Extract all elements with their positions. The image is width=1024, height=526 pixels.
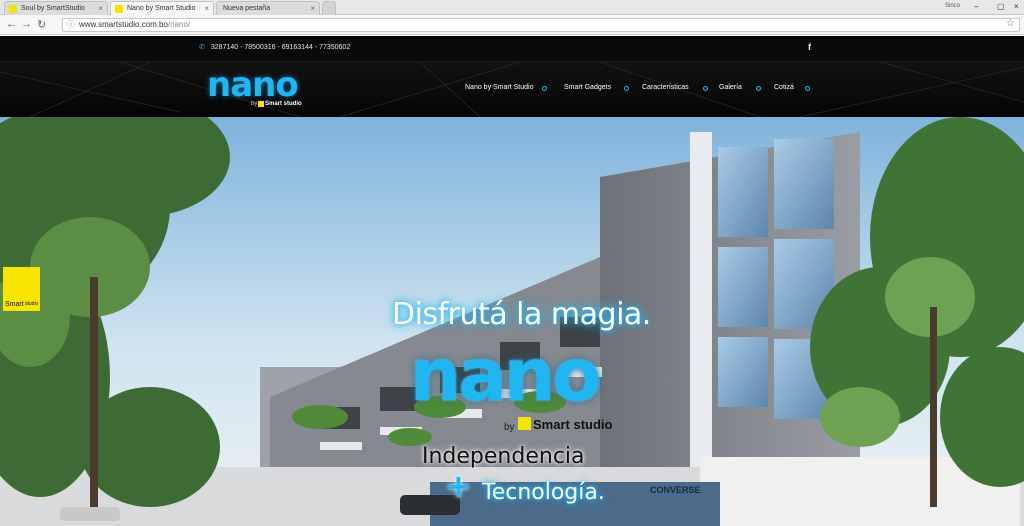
logo-by: by (251, 101, 258, 107)
store-sign: CONVERSE (650, 485, 701, 495)
nano-logo[interactable]: nano by Smart studio (207, 65, 307, 111)
maximize-icon[interactable]: ▢ (997, 2, 1005, 11)
close-icon[interactable]: × (98, 2, 103, 15)
nav-item-cotiza[interactable]: Cotizá (774, 84, 794, 91)
close-window-icon[interactable]: × (1014, 2, 1019, 11)
window-user: Sinco (944, 3, 960, 9)
phone-text: 3287140 - 78500316 - 69163144 - 77350602 (210, 44, 351, 51)
nav-item-nano[interactable]: Nano by Smart Studio (465, 84, 533, 91)
favicon-icon (9, 5, 17, 13)
close-icon[interactable]: × (310, 2, 315, 15)
url-path: /nano/ (167, 20, 191, 29)
hero-tagline: Disfrutá la magia. (392, 297, 651, 332)
minimize-icon[interactable]: – (974, 2, 978, 11)
plus-icon: + (445, 467, 472, 505)
hero-banner: CONVERSE Smart studio Disfrutá la magia.… (0, 117, 1024, 526)
browser-tab-bar: Soul by SmartStudio × Nano by Smart Stud… (0, 0, 1024, 15)
phone-icon: ✆ (199, 44, 205, 51)
badge-text: Smart (5, 301, 24, 308)
nav-item-caracteristicas[interactable]: Características (642, 84, 689, 91)
forward-icon[interactable]: → (21, 18, 32, 30)
facebook-icon[interactable]: f (808, 42, 811, 52)
bookmark-star-icon[interactable]: ☆ (1006, 18, 1015, 30)
reload-icon[interactable]: ↻ (37, 18, 46, 31)
nav-item-galeria[interactable]: Galería (719, 84, 742, 91)
smartstudio-side-badge[interactable]: Smart studio (3, 267, 40, 311)
back-icon[interactable]: ← (6, 18, 17, 30)
url-host: www.smartstudio.com.bo (79, 20, 168, 29)
url-field[interactable]: ⓘ www.smartstudio.com.bo/nano/ ☆ (62, 18, 1020, 32)
smartstudio-square-icon (518, 417, 531, 430)
badge-text2: studio (25, 301, 39, 307)
tab-label: Soul by SmartStudio (21, 5, 85, 12)
new-tab-button[interactable] (322, 1, 336, 15)
tab-label: Nueva pestaña (223, 5, 271, 12)
hero-by: by (504, 422, 515, 433)
address-bar: ← → ↻ ⓘ www.smartstudio.com.bo/nano/ ☆ (0, 15, 1024, 35)
tab-new[interactable]: Nueva pestaña × (216, 1, 320, 15)
tab-nano[interactable]: Nano by Smart Studio × (110, 1, 214, 15)
tab-soul[interactable]: Soul by SmartStudio × (4, 1, 108, 15)
smartstudio-square-icon (258, 101, 264, 107)
hero-line-independencia: Independencia (422, 444, 585, 469)
phone-numbers: ✆ 3287140 - 78500316 - 69163144 - 7735060… (199, 43, 350, 51)
hero-brand: Smart studio (533, 417, 613, 432)
contact-strip: ✆ 3287140 - 78500316 - 69163144 - 7735060… (0, 36, 1024, 62)
logo-word: nano (207, 65, 299, 105)
logo-brand: Smart studio (265, 101, 302, 107)
close-icon[interactable]: × (204, 2, 209, 15)
tab-label: Nano by Smart Studio (127, 5, 196, 12)
hero-line-tecnologia: Tecnología. (482, 480, 605, 505)
nav-item-gadgets[interactable]: Smart Gadgets (564, 84, 611, 91)
hero-nano-wordmark: nano (410, 333, 602, 417)
info-icon: ⓘ (67, 20, 75, 29)
favicon-icon (115, 5, 123, 13)
main-navigation: nano by Smart studio Nano by Smart Studi… (0, 62, 1024, 117)
